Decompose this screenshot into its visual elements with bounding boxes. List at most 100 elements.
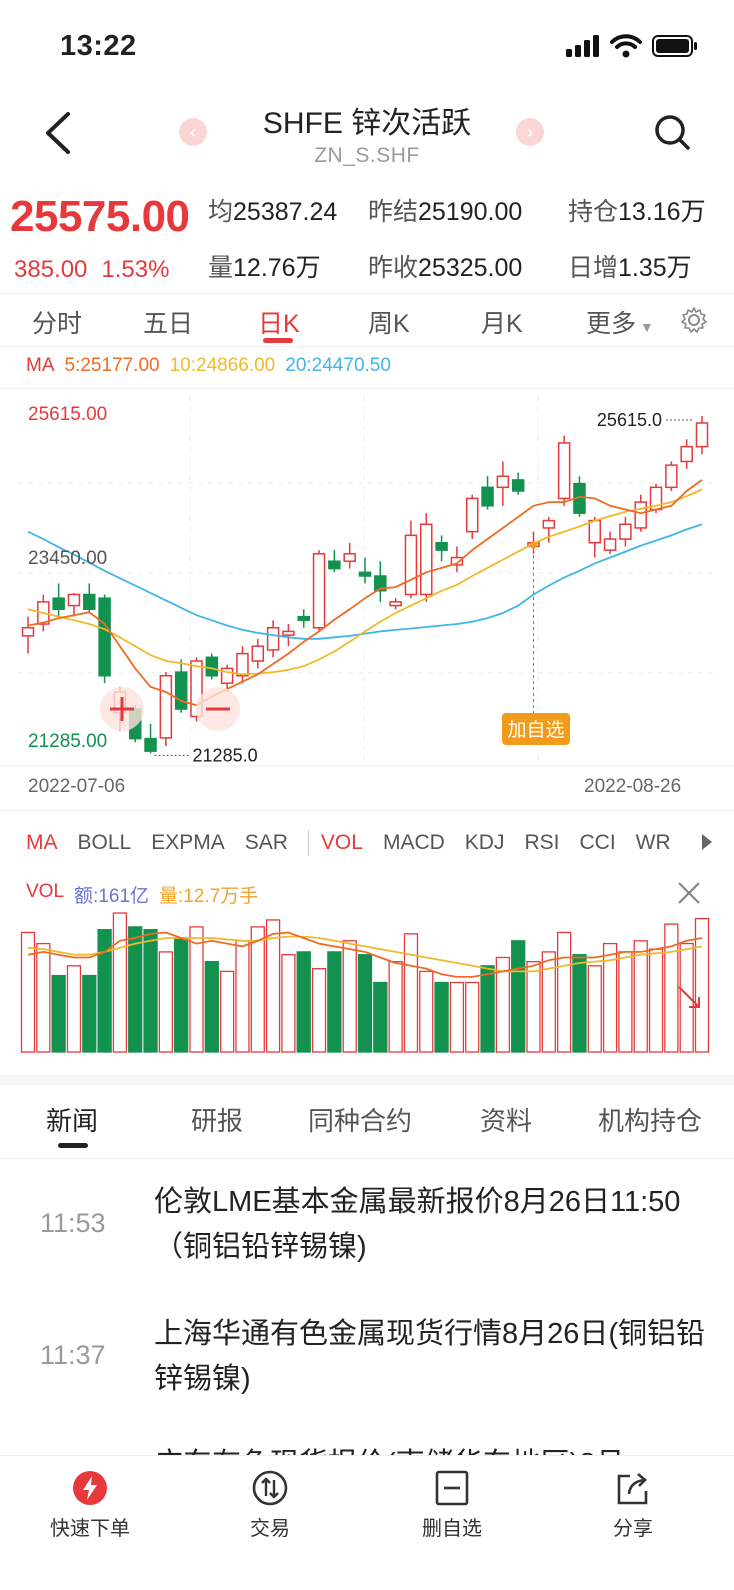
tab-intraday[interactable]: 分时 (32, 304, 82, 340)
candle-body (435, 541, 448, 551)
candle-body (236, 652, 249, 677)
volume-bar (587, 965, 602, 1053)
vol-qty: 量:12.7万手 (159, 886, 259, 907)
indicator-separator (307, 830, 309, 856)
quick-order-label: 快速下单 (50, 1518, 130, 1540)
indicator-scroll-area (690, 832, 734, 856)
ind-tab-rsi[interactable]: RSI (524, 831, 559, 855)
tab-news[interactable]: 新闻 (46, 1101, 98, 1138)
next-contract-icon[interactable]: › (516, 118, 544, 146)
ind-tab-cci[interactable]: CCI (580, 831, 616, 855)
candle-body (619, 523, 632, 540)
volume-stat: 量12.76万 (208, 254, 321, 282)
scroll-right-icon[interactable] (700, 832, 714, 852)
volume-bar (112, 912, 128, 1053)
dropdown-arrow-icon: ▼ (640, 319, 654, 335)
zoom-out-button[interactable] (196, 687, 240, 731)
chart-start-date: 2022-07-06 (28, 776, 126, 797)
tab-five-day[interactable]: 五日 (143, 304, 193, 340)
signal-icon (566, 35, 599, 57)
list-item[interactable]: 11:37 上海华通有色金属现货行情8月26日(铜铝铅锌锡镍) (0, 1312, 734, 1412)
ma-legend: MA 5:25177.00 10:24866.00 20:24470.50 (26, 355, 391, 377)
tab-research[interactable]: 研报 (191, 1101, 243, 1138)
volume-bar (357, 954, 373, 1053)
tab-info[interactable]: 资料 (480, 1101, 532, 1138)
search-icon[interactable] (652, 110, 692, 154)
active-tab-indicator (263, 338, 293, 343)
status-bar: 13:22 (0, 0, 734, 88)
volume-bar (572, 954, 587, 1053)
prev-close: 昨收25325.00 (368, 254, 523, 282)
page-title: SHFE 锌次活跃 (262, 107, 472, 140)
ind-tab-macd[interactable]: MACD (383, 831, 445, 855)
volume-bar (189, 926, 204, 1053)
watch-marker-dot (530, 541, 537, 549)
volume-bar (403, 933, 419, 1053)
ind-tab-boll[interactable]: BOLL (78, 831, 132, 855)
candle-body (680, 445, 693, 463)
candle-body (52, 597, 65, 611)
candle-body (174, 671, 188, 710)
ind-tab-sar[interactable]: SAR (245, 831, 288, 855)
remove-watchlist-button[interactable]: 删自选 (392, 1468, 512, 1541)
open-interest: 持仓13.16万 (568, 198, 706, 226)
ma5-value: 5:25177.00 (64, 355, 160, 376)
vol-label: VOL (26, 881, 65, 902)
trade-button[interactable]: 交易 (210, 1468, 330, 1541)
volume-bar (465, 981, 480, 1053)
candle-body (343, 553, 356, 562)
tab-institution-holdings[interactable]: 机构持仓 (598, 1101, 702, 1138)
ma-lines (27, 479, 703, 707)
volume-bar (51, 974, 66, 1053)
volume-bar (664, 923, 679, 1053)
vol-amount: 额:161亿 (74, 886, 150, 907)
ind-tab-wr[interactable]: WR (636, 831, 671, 855)
ma5-line (27, 479, 703, 707)
candle-body (266, 626, 280, 651)
ind-tab-expma[interactable]: EXPMA (151, 831, 225, 855)
ind-tab-kdj[interactable]: KDJ (465, 831, 505, 855)
period-tabs: 分时 五日 日K 周K 月K 更多 ▼ (0, 293, 734, 347)
volume-chart[interactable] (0, 905, 734, 1055)
volume-bar (449, 981, 465, 1053)
volume-bar (648, 948, 664, 1053)
candle-body (634, 501, 647, 529)
ma20-value: 20:24470.50 (285, 355, 391, 376)
tab-more[interactable]: 更多 ▼ (586, 304, 654, 340)
avg-price: 均25387.24 (208, 198, 338, 226)
volume-bar (327, 951, 342, 1053)
candle-body (665, 464, 678, 489)
trade-label: 交易 (250, 1518, 290, 1540)
wifi-icon (610, 34, 642, 58)
candle-body (144, 737, 157, 752)
remove-watchlist-icon (435, 1470, 469, 1506)
tab-same-contracts[interactable]: 同种合约 (308, 1101, 412, 1138)
candle-body (67, 593, 81, 607)
volume-bar (20, 931, 36, 1053)
quick-order-button[interactable]: 快速下单 (30, 1468, 150, 1541)
candle-body (251, 645, 265, 662)
candle-body (603, 538, 617, 551)
close-indicator-icon[interactable] (676, 880, 702, 906)
tab-monthly-k[interactable]: 月K (481, 304, 523, 340)
candle-body (465, 497, 479, 533)
list-item[interactable]: 11:53 伦敦LME基本金属最新报价8月26日11:50（铜铝铅锌锡镍) (0, 1180, 734, 1280)
candle-body (481, 486, 494, 507)
section-gap (0, 1075, 734, 1085)
add-watchlist-button[interactable]: 加自选 (502, 713, 570, 745)
zoom-in-button[interactable] (100, 687, 144, 731)
news-time: 11:37 (40, 1340, 106, 1370)
volume-bar (281, 954, 296, 1053)
divider (0, 810, 734, 811)
tab-daily-k[interactable]: 日K (258, 304, 300, 340)
max-price-marker: 25615.0 (597, 410, 662, 430)
candle-body (83, 593, 96, 611)
candlestick-chart[interactable]: 25615.00 23450.00 21285.00 25615.0 21285.… (0, 388, 734, 768)
settings-gear-icon[interactable] (680, 306, 708, 334)
tab-weekly-k[interactable]: 周K (368, 304, 410, 340)
ind-tab-vol[interactable]: VOL (321, 831, 363, 855)
add-watchlist-label: 加自选 (507, 719, 564, 741)
ind-tab-ma[interactable]: MA (26, 831, 58, 855)
volume-bar (158, 951, 174, 1053)
share-button[interactable]: 分享 (573, 1468, 693, 1541)
